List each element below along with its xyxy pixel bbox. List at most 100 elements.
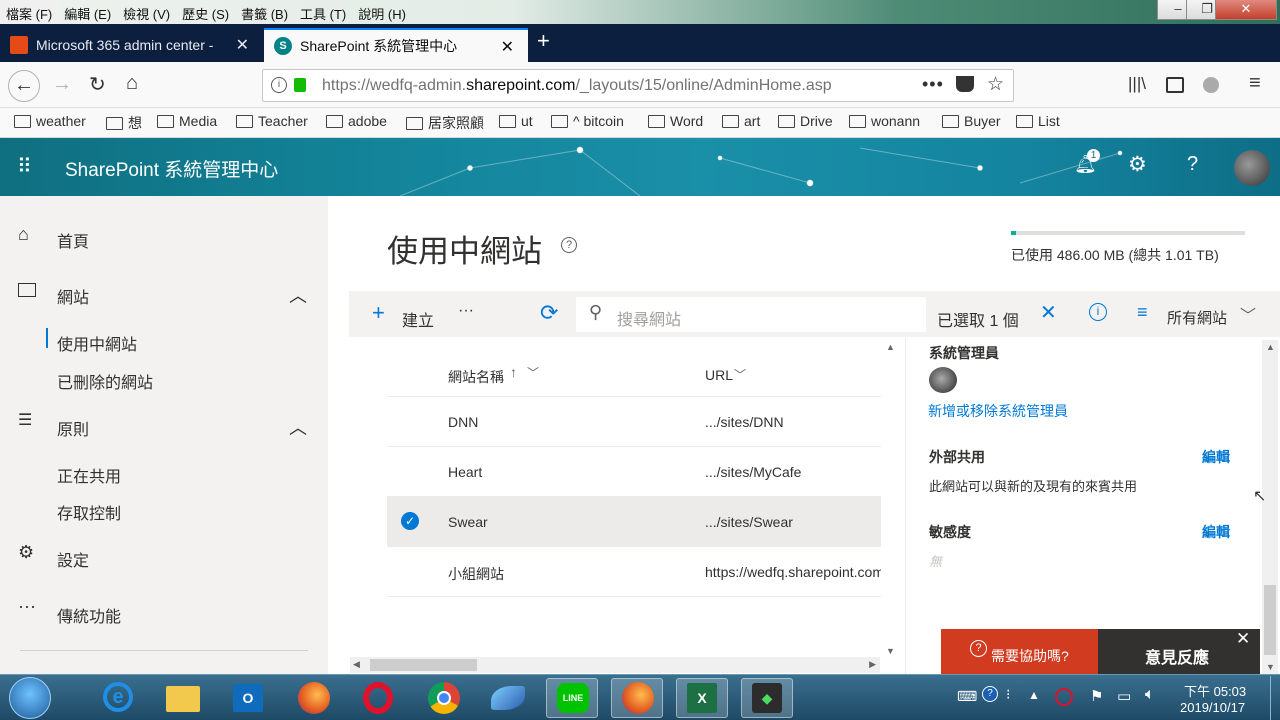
refresh-icon[interactable]: ⟳ [540, 300, 558, 326]
bookmark-item[interactable]: Teacher [236, 113, 308, 129]
excel-icon[interactable]: X [676, 678, 728, 718]
chevron-up-icon[interactable]: ︿ [289, 414, 307, 440]
menu-bookmarks[interactable]: 書籤 (B) [235, 0, 294, 23]
view-filter-icon[interactable]: ≡ [1137, 302, 1148, 323]
app-launcher-icon[interactable]: ⠿ [17, 154, 32, 179]
show-hidden-icons[interactable]: ▲ [1028, 688, 1040, 702]
nav-active-sites[interactable]: 使用中網站 [57, 331, 137, 355]
new-tab-icon[interactable]: + [537, 28, 550, 54]
chevron-down-icon[interactable]: ﹀ [1240, 302, 1256, 326]
nav-policies[interactable]: 原則 [57, 416, 89, 440]
help-tray-icon[interactable]: ? [982, 686, 998, 702]
file-explorer-icon[interactable] [156, 678, 208, 718]
close-icon[interactable]: ✕ [1236, 629, 1250, 649]
bookmark-item[interactable]: 想 [106, 113, 142, 133]
menu-history[interactable]: 歷史 (S) [176, 0, 235, 23]
bookmark-item[interactable]: weather [14, 113, 86, 129]
close-tab-icon[interactable]: ✕ [501, 37, 514, 57]
chevron-up-icon[interactable]: ︿ [289, 282, 307, 308]
pocket-icon[interactable] [956, 76, 974, 92]
bookmark-item[interactable]: List [1016, 113, 1060, 129]
chevron-down-icon[interactable]: ﹀ [734, 366, 746, 383]
table-row[interactable]: ✓ Swear .../sites/Swear [387, 497, 881, 547]
nav-sites[interactable]: 網站 [57, 284, 89, 308]
clock-time[interactable]: 下午 05:03 [1184, 681, 1246, 700]
tab-microsoft-365[interactable]: Microsoft 365 admin center - ✕ [0, 28, 263, 62]
firefox-icon[interactable] [286, 678, 338, 718]
sidebar-toggle-icon[interactable] [1166, 77, 1184, 93]
suite-title[interactable]: SharePoint 系統管理中心 [65, 155, 278, 182]
clear-selection-icon[interactable]: ✕ [1040, 300, 1057, 325]
back-icon[interactable]: ← [8, 70, 40, 102]
clock-date[interactable]: 2019/10/17 [1180, 700, 1245, 715]
horizontal-scrollbar[interactable]: ◀ ▶ [350, 657, 880, 673]
more-actions-icon[interactable]: ··· [458, 302, 474, 320]
app-icon[interactable] [481, 678, 533, 718]
info-icon[interactable]: i [271, 77, 287, 93]
bookmark-item[interactable]: wonann [849, 113, 920, 129]
bookmark-item[interactable]: 居家照顧 [406, 113, 484, 133]
nav-home[interactable]: 首頁 [57, 228, 89, 252]
bookmark-star-icon[interactable]: ☆ [987, 73, 1004, 96]
menu-file[interactable]: 檔案 (F) [0, 0, 59, 23]
row-checkbox-checked-icon[interactable]: ✓ [401, 512, 419, 530]
search-input[interactable]: 搜尋網站 [617, 306, 681, 330]
view-selector[interactable]: 所有網站 [1167, 307, 1227, 328]
library-icon[interactable]: |||\ [1128, 74, 1146, 94]
help-icon[interactable]: ? [1187, 153, 1198, 176]
table-row[interactable]: DNN .../sites/DNN [387, 397, 881, 447]
outlook-icon[interactable]: O [221, 678, 273, 718]
table-row[interactable]: 小組網站 https://wedfq.sharepoint.com [387, 547, 881, 597]
manage-admins-link[interactable]: 新增或移除系統管理員 [928, 401, 1068, 421]
opera-icon[interactable] [351, 678, 403, 718]
nav-deleted-sites[interactable]: 已刪除的網站 [57, 369, 153, 393]
menu-view[interactable]: 檢視 (V) [117, 0, 176, 23]
hamburger-menu-icon[interactable]: ≡ [1249, 72, 1261, 95]
nav-sharing[interactable]: 正在共用 [57, 463, 121, 487]
avatar[interactable] [1234, 150, 1270, 186]
vertical-scrollbar[interactable]: ▲ ▼ [883, 340, 897, 658]
video-editor-icon[interactable]: ◆ [741, 678, 793, 718]
bookmark-item[interactable]: ut [499, 113, 533, 129]
firefox-active-icon[interactable] [611, 678, 663, 718]
close-window-button[interactable]: ✕ [1215, 0, 1277, 20]
forward-icon[interactable]: → [52, 73, 72, 96]
menu-tools[interactable]: 工具 (T) [294, 0, 352, 23]
url-text[interactable]: https://wedfq-admin.sharepoint.com/_layo… [322, 77, 882, 95]
bookmark-item[interactable]: Word [648, 113, 703, 129]
bookmark-item[interactable]: Buyer [942, 113, 1001, 129]
chevron-down-icon[interactable]: ﹀ [527, 364, 539, 381]
edit-external-sharing-link[interactable]: 編輯 [1202, 447, 1230, 467]
column-header-url[interactable]: URL [705, 367, 733, 383]
bookmark-item[interactable]: art [722, 113, 760, 129]
feedback-button[interactable]: 意見反應 ✕ [1098, 629, 1260, 674]
nav-settings[interactable]: 設定 [57, 547, 89, 571]
record-icon[interactable] [1055, 688, 1073, 706]
table-row[interactable]: Heart .../sites/MyCafe [387, 447, 881, 497]
bookmark-item[interactable]: adobe [326, 113, 387, 129]
close-tab-icon[interactable]: ✕ [236, 35, 249, 55]
menu-help[interactable]: 說明 (H) [352, 0, 412, 23]
extension-icon[interactable] [1203, 77, 1219, 93]
menu-edit[interactable]: 編輯 (E) [58, 0, 117, 23]
column-header-name[interactable]: 網站名稱 [448, 367, 504, 387]
bookmark-item[interactable]: Media [157, 113, 217, 129]
help-circle-icon[interactable]: ? [561, 237, 577, 253]
line-icon[interactable]: LINE [546, 678, 598, 718]
tray-icon[interactable]: ⁝ [1006, 686, 1010, 703]
keyboard-icon[interactable]: ⌨ [957, 688, 977, 705]
create-button[interactable]: 建立 [402, 307, 434, 331]
internet-explorer-icon[interactable]: e [91, 678, 143, 718]
flag-icon[interactable]: ⚑ [1090, 687, 1103, 705]
network-icon[interactable]: ▭ [1117, 687, 1131, 705]
need-help-button[interactable]: ? 需要協助嗎? [941, 629, 1098, 674]
bookmark-item[interactable]: ^ bitcoin [551, 113, 624, 129]
page-actions-icon[interactable]: ••• [922, 74, 944, 95]
tab-sharepoint[interactable]: S SharePoint 系統管理中心 ✕ [264, 28, 528, 62]
panel-scrollbar[interactable]: ▲ ▼ [1262, 340, 1278, 674]
chrome-icon[interactable] [416, 678, 468, 718]
settings-gear-icon[interactable]: ⚙ [1128, 152, 1147, 177]
bookmark-item[interactable]: Drive [778, 113, 833, 129]
nav-access-control[interactable]: 存取控制 [57, 500, 121, 524]
volume-icon[interactable]: 🔈︎ [1145, 686, 1155, 704]
